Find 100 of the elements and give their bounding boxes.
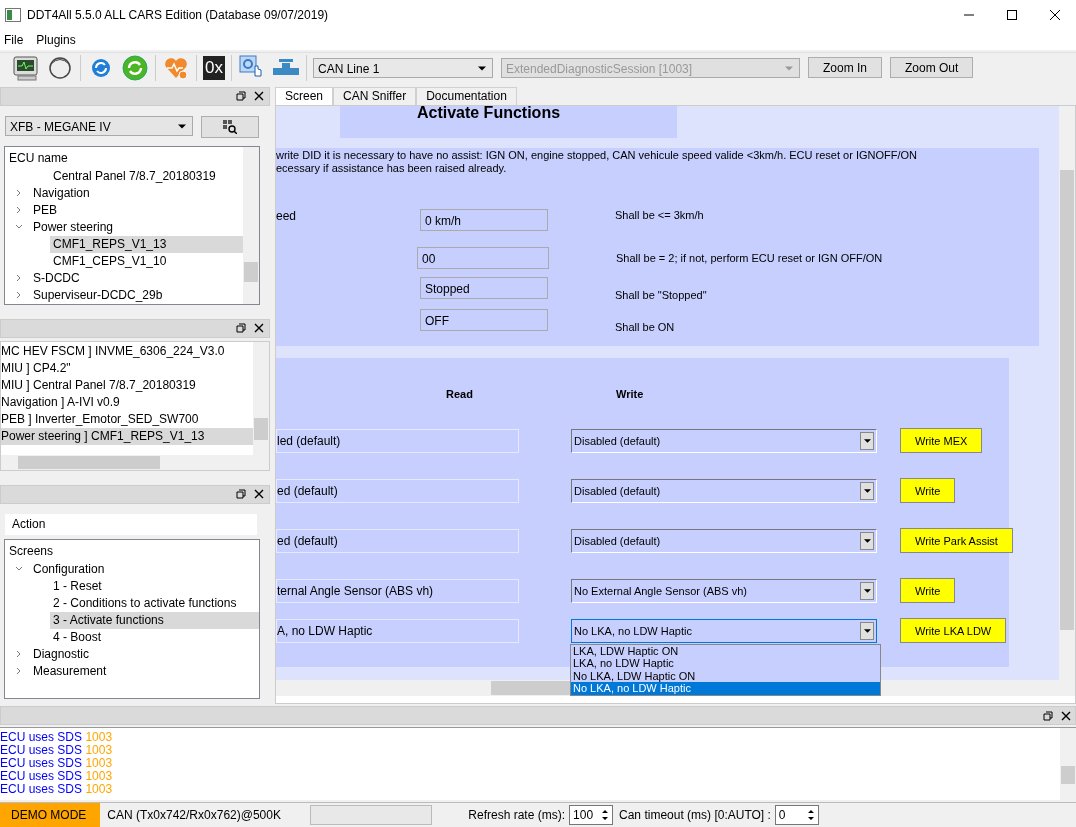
tree-item[interactable]: Measurement — [30, 662, 259, 680]
monitor-icon[interactable] — [12, 53, 40, 82]
hex-button[interactable]: 0x — [203, 55, 225, 80]
tree-item[interactable]: CMF1_CEPS_V1_10 — [50, 252, 243, 270]
tab[interactable]: Screen — [275, 86, 334, 105]
collapsed-chevron-icon[interactable] — [15, 206, 23, 215]
value-field: OFF — [420, 308, 548, 331]
can-line-select[interactable]: CAN Line 1 — [312, 57, 493, 78]
write-button[interactable]: Write Park Assist — [900, 528, 1013, 554]
float-icon[interactable] — [1043, 710, 1053, 721]
condition-hint: Shall be = 2; if not, perform ECU reset or IGN OFF/ON — [616, 251, 883, 264]
float-icon[interactable] — [236, 489, 246, 500]
scrollbar[interactable] — [1059, 105, 1075, 681]
dropdown-option[interactable]: LKA, LDW Haptic ON — [571, 644, 880, 658]
read-field: ed (default) — [276, 528, 519, 553]
write-button[interactable]: Write MEX — [900, 428, 983, 454]
ecu-list-item[interactable]: Navigation ] A-IVI v0.9 — [1, 393, 253, 411]
vehicle-select[interactable]: XFB - MEGANE IV — [5, 115, 193, 136]
scrollbar[interactable] — [253, 341, 269, 455]
close-icon[interactable] — [1049, 8, 1061, 21]
write-button[interactable]: Write LKA LDW — [900, 618, 1007, 644]
caret-icon — [864, 538, 871, 543]
tree-item[interactable]: Diagnostic — [30, 645, 259, 663]
tree-item[interactable]: 1 - Reset — [50, 577, 259, 595]
tab[interactable]: CAN Sniffer — [333, 86, 417, 105]
tree-header: Screens — [8, 542, 55, 560]
refresh-label: Refresh rate (ms): — [468, 808, 566, 822]
condition-hint: Shall be ON — [615, 320, 675, 333]
zoom-button[interactable]: Zoom In — [807, 57, 882, 79]
collapsed-chevron-icon[interactable] — [15, 189, 23, 198]
collapsed-chevron-icon[interactable] — [15, 650, 23, 659]
ecu-list-item[interactable]: MC HEV FSCM ] INVME_6306_224_V3.0 — [1, 342, 253, 360]
ecu-list-item[interactable]: Power steering ] CMF1_REPS_V1_13 — [1, 427, 253, 445]
caret-icon — [784, 65, 793, 71]
write-select[interactable]: Disabled (default) — [571, 528, 877, 553]
collapsed-chevron-icon[interactable] — [15, 667, 23, 676]
collapsed-chevron-icon[interactable] — [15, 291, 23, 300]
log-message: ECU uses SDS — [0, 743, 83, 758]
caret-icon — [178, 123, 186, 129]
menu-item[interactable]: File — [4, 32, 24, 47]
tree-item[interactable]: 4 - Boost — [50, 628, 259, 646]
app-icon — [5, 7, 21, 22]
float-icon[interactable] — [236, 323, 246, 334]
caret-icon — [864, 438, 871, 443]
write-select[interactable]: Disabled (default) — [571, 428, 877, 453]
log-code: 1003 — [85, 743, 113, 758]
ecu-list-item[interactable]: MIU ] CP4.2" — [1, 359, 253, 377]
close-icon[interactable] — [1061, 710, 1071, 721]
tree-item[interactable]: Power steering — [30, 218, 243, 236]
maximize-icon[interactable] — [1006, 8, 1018, 21]
spin-arrows-icon[interactable] — [601, 808, 610, 822]
scrollbar[interactable] — [1060, 728, 1076, 800]
tab[interactable]: Documentation — [416, 86, 517, 105]
timeout-spinbox[interactable]: 0 — [774, 805, 819, 825]
note-text: write DID it is necessary to have no assist: IGN ON, engine stopped, CAN vehicule speed valide <3km/h. ECU reset or IGNOFF/ON — [276, 148, 918, 162]
tree-item[interactable]: Superviseur-DCDC_29b — [30, 286, 243, 304]
tree-item[interactable]: CMF1_REPS_V1_13 — [50, 235, 243, 253]
write-button[interactable]: Write — [900, 478, 956, 504]
demo-mode-badge: DEMO MODE — [0, 803, 101, 827]
condition-hint: Shall be "Stopped" — [615, 288, 707, 301]
reload-icon[interactable] — [121, 53, 149, 82]
log-message: ECU uses SDS — [0, 769, 83, 784]
ecu-list-item[interactable]: PEB ] Inverter_Emotor_SED_SW700 — [1, 410, 253, 428]
value-field: Stopped — [420, 276, 548, 299]
tree-item[interactable]: 3 - Activate functions — [50, 611, 259, 629]
close-icon[interactable] — [254, 489, 264, 500]
log-code: 1003 — [85, 782, 113, 797]
read-field: ternal Angle Sensor (ABS vh) — [276, 578, 519, 603]
tree-item[interactable]: Navigation — [30, 184, 243, 202]
horizontal-scrollbar[interactable] — [1, 454, 269, 470]
dropdown-option[interactable]: LKA, no LDW Haptic — [571, 657, 880, 670]
dropdown-option[interactable]: No LKA, LDW Haptic ON — [571, 669, 880, 683]
caret-icon — [864, 488, 871, 493]
write-button[interactable]: Write — [900, 578, 956, 604]
tree-item[interactable]: 2 - Conditions to activate functions — [50, 594, 259, 612]
tree-item[interactable]: PEB — [30, 201, 243, 219]
condition-label: eed — [276, 208, 297, 223]
qr-search-icon — [223, 119, 237, 134]
tree-item[interactable]: Configuration — [30, 560, 259, 578]
write-select[interactable]: Disabled (default) — [571, 478, 877, 503]
zoom-button[interactable]: Zoom Out — [890, 57, 974, 79]
scan-button[interactable] — [201, 115, 259, 138]
tree-item[interactable]: Central Panel 7/8.7_20180319 — [50, 167, 243, 185]
value-field: 00 — [417, 246, 549, 269]
ecu-list-item[interactable]: MIU ] Central Panel 7/8.7_20180319 — [1, 376, 253, 394]
column-header: Write — [616, 387, 644, 400]
scrollbar[interactable] — [243, 146, 259, 304]
spin-arrows-icon[interactable] — [806, 808, 815, 822]
float-icon[interactable] — [236, 91, 246, 102]
tree-header: ECU name — [8, 149, 69, 167]
log-code: 1003 — [85, 756, 113, 771]
close-icon[interactable] — [254, 91, 264, 102]
tree-item[interactable]: S-DCDC — [30, 269, 243, 287]
write-select[interactable]: No LKA, no LDW Haptic — [571, 618, 877, 643]
menu-item[interactable]: Plugins — [36, 32, 76, 47]
close-icon[interactable] — [254, 323, 264, 334]
collapsed-chevron-icon[interactable] — [15, 274, 23, 283]
dropdown-option[interactable]: No LKA, no LDW Haptic — [571, 682, 880, 695]
write-select[interactable]: No External Angle Sensor (ABS vh) — [571, 578, 877, 603]
refresh-spinbox[interactable]: 100 — [569, 805, 614, 825]
